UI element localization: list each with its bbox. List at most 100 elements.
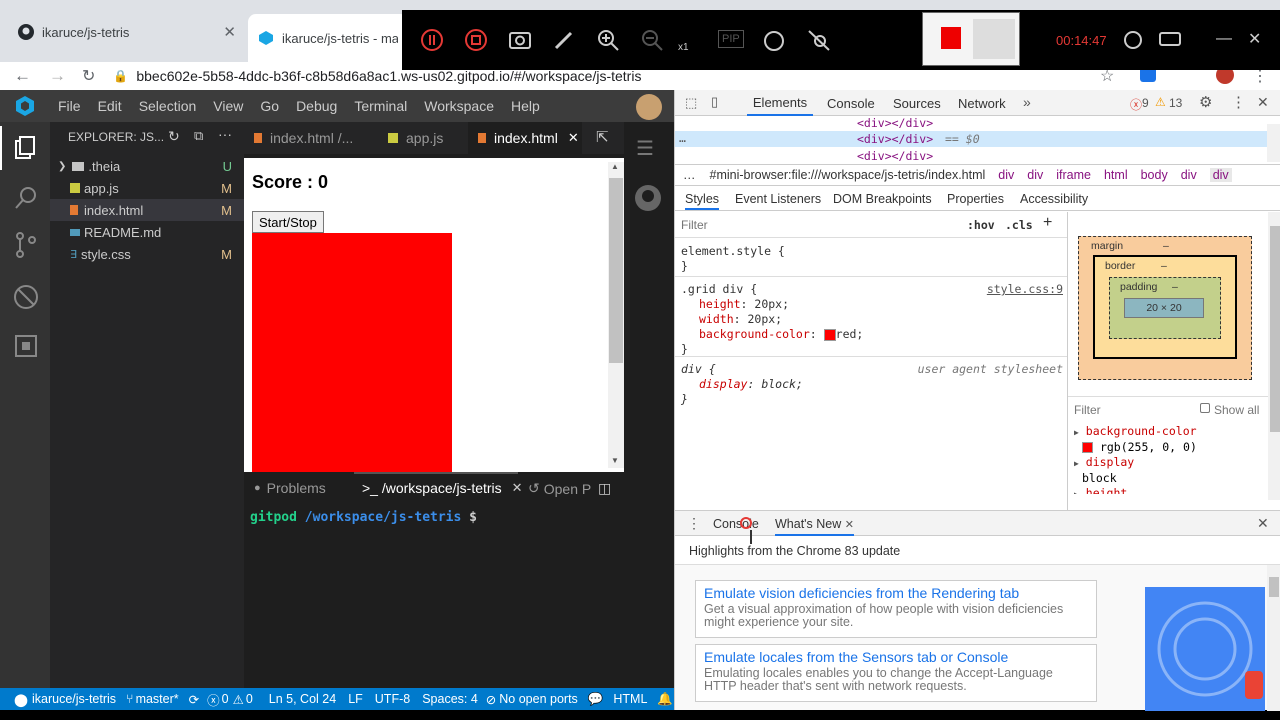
- rule-property[interactable]: width: 20px;: [681, 312, 1065, 327]
- url-text[interactable]: bbec602e-5b58-4ddc-b36f-c8b58d6a8ac1.ws-…: [136, 68, 641, 84]
- close-devtools-icon[interactable]: ✕: [1257, 94, 1269, 111]
- scrollbar-thumb[interactable]: [609, 178, 623, 363]
- more-vert-icon[interactable]: ⋮: [687, 515, 701, 532]
- tab-problems[interactable]: ● Problems: [254, 480, 326, 496]
- color-swatch[interactable]: [823, 328, 836, 341]
- tab-network[interactable]: Network: [958, 90, 1006, 116]
- status-eol[interactable]: LF: [348, 692, 363, 706]
- add-rule-icon[interactable]: +: [1043, 214, 1052, 232]
- list-item[interactable]: index.html M: [50, 199, 244, 221]
- grid-div-rule[interactable]: .grid div { style.css:9 height: 20px; wi…: [681, 282, 1065, 357]
- debug-icon[interactable]: [13, 284, 39, 310]
- recording-thumbnail[interactable]: [922, 12, 1020, 66]
- minimize-icon[interactable]: —: [1216, 30, 1232, 48]
- scrollbar-thumb[interactable]: [1270, 226, 1280, 432]
- camera-icon[interactable]: [508, 28, 532, 52]
- box-model-margin[interactable]: margin – border – padding – 20 × 20: [1078, 236, 1252, 380]
- status-cursor-position[interactable]: Ln 5, Col 24: [269, 692, 336, 706]
- menu-file[interactable]: File: [58, 98, 81, 114]
- status-warnings[interactable]: 0: [246, 692, 253, 706]
- rule-property[interactable]: height: 20px;: [681, 297, 1065, 312]
- ellipsis-icon[interactable]: …: [683, 168, 696, 182]
- forward-arrow-icon[interactable]: →: [49, 66, 66, 86]
- more-vert-icon[interactable]: ⋮: [1231, 93, 1246, 111]
- status-repo[interactable]: ikaruce/js-tetris: [32, 692, 116, 706]
- pip-button[interactable]: PIP: [718, 30, 744, 48]
- list-item[interactable]: ❯ .theia U: [50, 155, 244, 177]
- menu-edit[interactable]: Edit: [98, 98, 122, 114]
- rule-property[interactable]: background-color: red;: [681, 327, 1065, 342]
- close-tab-icon[interactable]: ✕: [568, 130, 579, 146]
- computed-item[interactable]: ▶ background-color: [1074, 424, 1268, 440]
- open-preview-icon[interactable]: ⇱: [596, 128, 609, 146]
- breadcrumb-item[interactable]: html: [1104, 168, 1128, 182]
- menu-debug[interactable]: Debug: [296, 98, 337, 114]
- reload-icon[interactable]: ↻: [82, 66, 95, 86]
- hov-toggle[interactable]: :hov: [967, 218, 995, 232]
- box-model-content[interactable]: 20 × 20: [1124, 298, 1204, 318]
- more-actions-icon[interactable]: ···: [218, 126, 232, 142]
- menu-workspace[interactable]: Workspace: [424, 98, 494, 114]
- browser-tab-gitpod[interactable]: ikaruce/js-tetris - mas: [248, 14, 408, 62]
- status-encoding[interactable]: UTF-8: [375, 692, 410, 706]
- scrollbar-thumb[interactable]: [1269, 577, 1279, 597]
- status-ports[interactable]: No open ports: [499, 692, 578, 706]
- tab-index-html-preview[interactable]: index.html /...: [244, 122, 368, 154]
- breadcrumb-item[interactable]: iframe: [1056, 168, 1091, 182]
- breadcrumb-item[interactable]: #mini-browser:file:///workspace/js-tetri…: [710, 168, 986, 182]
- bell-icon[interactable]: 🔔: [657, 692, 673, 707]
- computed-scrollbar[interactable]: [1268, 212, 1280, 500]
- list-view-icon[interactable]: ☰: [636, 136, 654, 161]
- search-icon[interactable]: [14, 186, 38, 210]
- stop-record-icon[interactable]: [464, 28, 488, 52]
- maximize-panel-icon[interactable]: ◫: [598, 480, 611, 497]
- subtab-accessibility[interactable]: Accessibility: [1020, 192, 1088, 206]
- dom-scrollbar[interactable]: [1267, 124, 1280, 162]
- alarm-clock-icon[interactable]: [1122, 28, 1144, 50]
- close-icon[interactable]: ✕: [1248, 29, 1261, 49]
- status-branch[interactable]: master*: [136, 692, 179, 706]
- preview-scrollbar[interactable]: ▲ ▼: [608, 162, 624, 468]
- cls-toggle[interactable]: .cls: [1005, 218, 1033, 232]
- extensions-icon[interactable]: [14, 334, 38, 358]
- status-indentation[interactable]: Spaces: 4: [422, 692, 478, 706]
- show-all-checkbox[interactable]: [1200, 403, 1210, 413]
- rule-source-link[interactable]: style.css:9: [987, 282, 1063, 297]
- more-tabs-icon[interactable]: »: [1023, 94, 1031, 110]
- close-drawer-icon[interactable]: ✕: [1257, 515, 1269, 532]
- subtab-dom-breakpoints[interactable]: DOM Breakpoints: [833, 192, 932, 206]
- menu-view[interactable]: View: [213, 98, 243, 114]
- click-highlight-icon[interactable]: [806, 28, 832, 52]
- sync-icon[interactable]: ⟳: [189, 692, 199, 707]
- settings-panel-icon[interactable]: [1158, 30, 1182, 48]
- status-errors[interactable]: 0: [222, 692, 229, 706]
- tab-console[interactable]: Console: [827, 90, 875, 116]
- whats-new-card[interactable]: Emulate locales from the Sensors tab or …: [695, 644, 1097, 702]
- tab-app-js[interactable]: app.js: [378, 122, 468, 154]
- back-arrow-icon[interactable]: ←: [14, 66, 31, 86]
- list-item[interactable]: app.js M: [50, 177, 244, 199]
- color-swatch[interactable]: [1082, 442, 1093, 453]
- error-count[interactable]: 9: [1142, 96, 1149, 110]
- panel-sash[interactable]: [354, 472, 518, 474]
- breadcrumb-item[interactable]: div: [998, 168, 1014, 182]
- collapse-all-icon[interactable]: ⧉: [194, 128, 203, 144]
- source-control-icon[interactable]: [15, 232, 37, 258]
- dom-node[interactable]: <div></div>: [857, 149, 933, 163]
- close-tab-icon[interactable]: ✕: [512, 480, 523, 496]
- cursor-effect-icon[interactable]: [762, 26, 786, 54]
- dom-node[interactable]: <div></div>: [857, 116, 933, 130]
- box-model-border[interactable]: border – padding – 20 × 20: [1093, 255, 1237, 359]
- subtab-properties[interactable]: Properties: [947, 192, 1004, 206]
- box-model-padding[interactable]: padding – 20 × 20: [1109, 277, 1221, 339]
- menu-go[interactable]: Go: [260, 98, 279, 114]
- close-tab-icon[interactable]: ✕: [223, 23, 236, 41]
- subtab-event-listeners[interactable]: Event Listeners: [735, 192, 821, 206]
- breadcrumb-item-selected[interactable]: div: [1209, 168, 1232, 182]
- pencil-icon[interactable]: [552, 28, 576, 52]
- zoom-in-icon[interactable]: [596, 28, 620, 52]
- computed-item[interactable]: ▶ height: [1074, 486, 1268, 494]
- tab-terminal[interactable]: >_ /workspace/js-tetris ✕: [362, 480, 523, 496]
- tab-elements[interactable]: Elements: [747, 90, 813, 116]
- drawer-scrollbar[interactable]: [1267, 565, 1280, 711]
